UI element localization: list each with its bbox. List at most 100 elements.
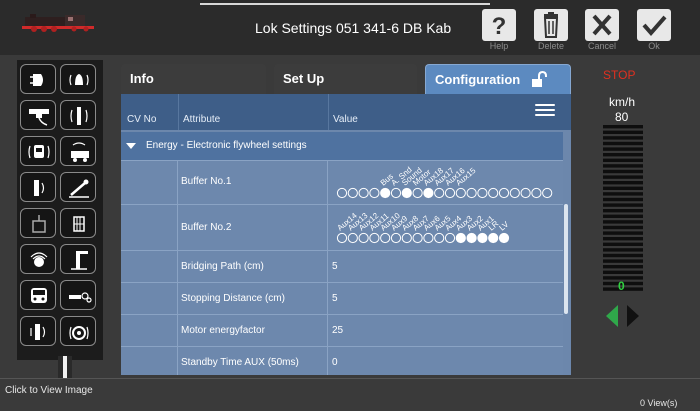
table-row[interactable]: Stopping Distance (cm) 5 [121,282,563,314]
delete-button[interactable] [534,9,568,41]
bit-toggle[interactable] [369,232,380,244]
speed-step [603,186,643,190]
table-row[interactable]: Bridging Path (cm) 5 [121,250,563,282]
table-row[interactable]: Standby Time AUX (50ms) 0 [121,346,563,375]
whistle-icon [29,109,49,126]
stop-button[interactable]: STOP [603,68,635,82]
buffer1-bit-selector[interactable]: BusA. SndSoundMotorAux18Aux17Aux16Aux15 [121,161,563,205]
lever-sound-icon [30,324,46,340]
function-grid-button[interactable] [60,208,96,238]
value-bridging-path[interactable]: 5 [332,261,338,272]
bit-toggle[interactable] [477,187,488,199]
bit-toggle[interactable] [412,232,423,244]
bit-toggle[interactable] [401,232,412,244]
function-panel-scrollbar[interactable] [58,356,72,378]
function-sound-bell-button[interactable] [60,64,96,94]
speed-step [603,265,643,269]
bit-toggle[interactable] [434,187,445,199]
function-water-button[interactable] [60,244,96,274]
column-header-value: Value [333,114,358,125]
function-brake-button[interactable] [60,172,96,202]
function-sound-effect-button[interactable] [20,244,56,274]
table-row[interactable]: Buffer No.2 Aux14 Aux13 Aux12 Aux11 Aux10 Aux… [121,204,563,250]
bit-toggle[interactable] [498,232,510,244]
bit-toggle[interactable] [347,232,358,244]
bit-toggle[interactable] [347,187,358,199]
window-title: Lok Settings 051 341-6 DB Kab [255,20,452,36]
speed-step [603,253,643,258]
function-shunting-button[interactable] [60,136,96,166]
tab-info[interactable]: Info [121,64,266,94]
function-wheel-button[interactable] [60,316,96,346]
bit-toggle[interactable] [488,232,499,244]
direction-reverse-icon[interactable] [606,305,618,327]
help-button[interactable]: ? [482,9,516,41]
bit-toggle[interactable] [455,232,466,244]
function-light-button[interactable] [20,64,56,94]
table-row[interactable]: Motor energyfactor 25 [121,314,563,346]
bit-toggle[interactable] [542,187,553,199]
bit-toggle[interactable] [380,187,391,199]
bit-toggle[interactable] [358,187,369,199]
bit-toggle[interactable] [336,232,348,244]
table-row[interactable]: Buffer No.1 Bus A. Snd Sound Motor Aux18 Aux1… [121,160,563,204]
hamburger-menu-icon[interactable] [535,104,555,118]
function-steam-button[interactable] [60,280,96,310]
direction-forward-icon[interactable] [627,305,639,327]
bit-toggle[interactable] [477,232,488,244]
bit-toggle[interactable] [358,232,369,244]
shunting-icon [71,142,89,162]
bit-toggle[interactable] [380,232,391,244]
bit-toggle[interactable] [423,232,434,244]
function-announcement-button[interactable] [20,172,56,202]
tab-setup-label: Set Up [283,71,325,86]
tab-configuration[interactable]: Configuration [425,64,571,94]
bit-toggle[interactable] [444,187,456,199]
speed-slider[interactable] [603,125,643,295]
bit-toggle[interactable] [488,187,499,199]
value-motor-energyfactor[interactable]: 25 [332,325,343,336]
bit-toggle[interactable] [520,187,531,199]
bit-toggle[interactable] [466,232,477,244]
function-cab-sound-button[interactable] [20,136,56,166]
speed-step [603,220,643,224]
attribute-label: Motor energyfactor [181,325,265,336]
tab-info-label: Info [130,71,154,86]
function-horn-button[interactable] [60,100,96,130]
bit-toggle[interactable] [466,187,477,199]
bit-toggle[interactable] [455,187,466,199]
bit-toggle[interactable] [401,187,412,199]
bit-toggle[interactable] [336,187,348,199]
buffer2-bit-selector[interactable]: Aux14Aux13Aux12Aux11Aux10Aux9Aux8Aux7Aux… [121,205,563,251]
view-image-link[interactable]: Click to View Image [5,385,93,396]
bit-label: LV [498,219,511,232]
group-row-energy[interactable]: Energy - Electronic flywheel settings [121,132,563,160]
function-button-panel [17,60,103,360]
function-coupler-button[interactable] [20,208,56,238]
speed-step [603,237,643,241]
function-whistle-button[interactable] [20,100,56,130]
steam-icon [69,292,92,303]
bit-toggle[interactable] [498,187,510,199]
ok-button[interactable] [637,9,671,41]
value-stopping-distance[interactable]: 5 [332,293,338,304]
bit-toggle[interactable] [390,232,402,244]
bit-toggle[interactable] [390,187,402,199]
collapse-caret-icon[interactable] [126,143,136,149]
bit-toggle[interactable] [412,187,423,199]
function-loco-button[interactable] [20,280,56,310]
bit-toggle[interactable] [531,187,542,199]
bit-toggle[interactable] [509,187,520,199]
bit-toggle[interactable] [369,187,380,199]
bit-toggle[interactable] [434,232,445,244]
cancel-button[interactable] [585,9,619,41]
bit-toggle[interactable] [423,187,434,199]
value-standby-time[interactable]: 0 [332,357,338,368]
app-window: Lok Settings 051 341-6 DB Kab ? Help Del… [0,0,700,411]
bit-toggle[interactable] [444,232,456,244]
tab-setup[interactable]: Set Up [274,64,417,94]
attribute-label: Standby Time AUX (50ms) [181,357,299,368]
function-drain-button[interactable] [20,316,56,346]
headlight-icon [30,74,43,86]
table-scrollbar[interactable] [564,204,568,314]
